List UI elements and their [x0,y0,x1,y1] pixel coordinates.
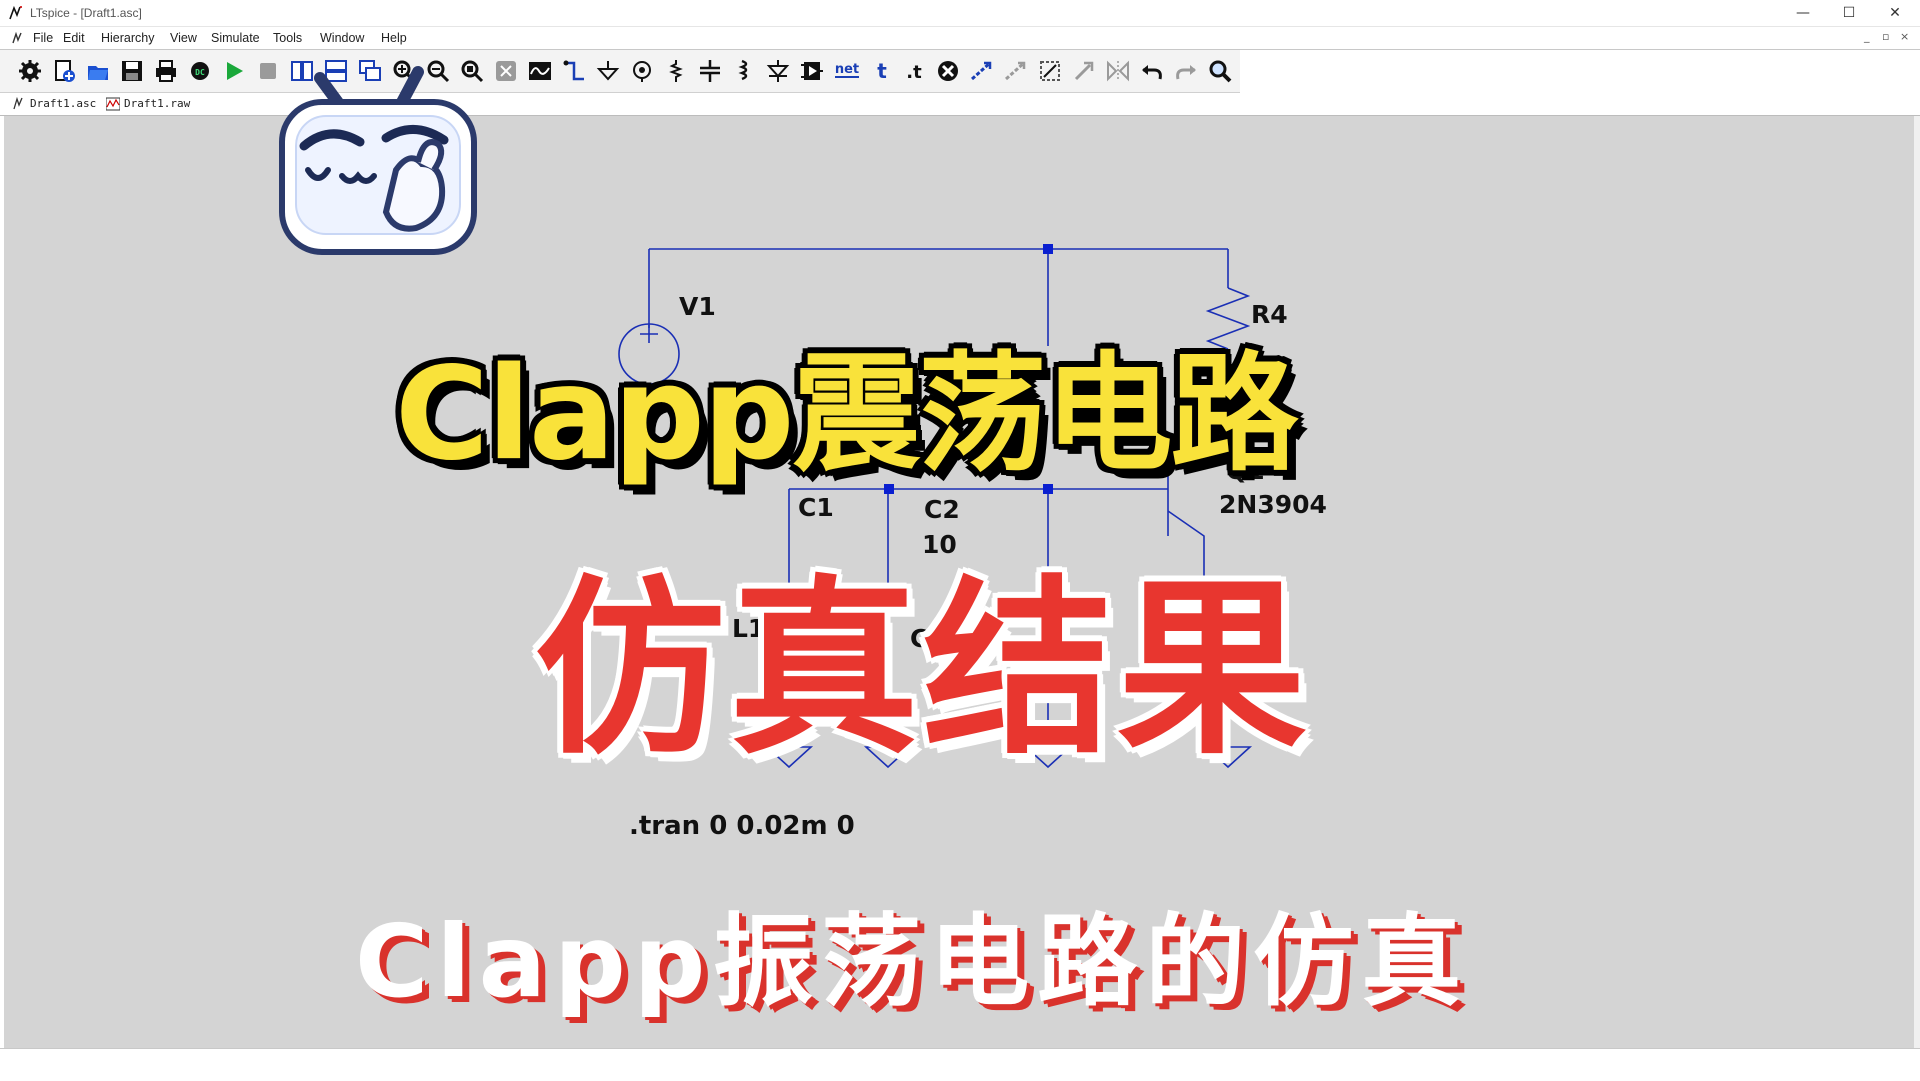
label-net-icon[interactable] [630,59,654,83]
headline-result: 仿真结果 [535,559,1312,780]
text-icon[interactable]: t [870,59,894,83]
menu-simulate[interactable]: Simulate [211,31,260,45]
component-icon[interactable] [800,59,824,83]
delete-icon[interactable] [936,59,960,83]
duplicate-icon[interactable] [970,59,994,83]
rotate-icon[interactable] [1072,59,1096,83]
menu-file[interactable]: File [33,31,53,45]
headline-title: Clapp震荡电路 [395,340,1298,489]
mdi-close-button[interactable]: × [1900,30,1909,43]
spice-directive[interactable]: .tran 0 0.02m 0 [629,811,855,841]
minimize-button[interactable]: — [1780,0,1826,26]
vertical-scrollbar[interactable] [1914,116,1920,1048]
tab-draft1-raw[interactable]: Draft1.raw [104,95,190,113]
tab-label: Draft1.asc [30,97,97,110]
control-panel-icon[interactable]: DC [188,59,212,83]
title-bar: LTspice - [Draft1.asc] — ☐ ✕ [0,0,1920,27]
window-title: LTspice - [Draft1.asc] [30,6,142,20]
menu-help[interactable]: Help [381,31,407,45]
menu-window[interactable]: Window [320,31,364,45]
waveform-icon[interactable] [528,59,552,83]
find-icon[interactable] [1208,59,1232,83]
capacitor-icon[interactable] [698,59,722,83]
zoom-area-icon[interactable] [494,59,518,83]
schematic-icon [13,97,23,110]
bilibili-tv-mascot-icon [279,66,477,255]
ltspice-app-icon [8,5,24,21]
menu-tools[interactable]: Tools [273,31,302,45]
waveform-icon [106,97,120,111]
tab-label: Draft1.raw [124,97,191,110]
junction-dot [1043,244,1053,254]
run-icon[interactable] [222,59,246,83]
mdi-restore-button[interactable]: ▫ [1882,30,1889,43]
spice-directive-icon[interactable]: .t [902,59,926,83]
open-icon[interactable] [86,59,110,83]
mdi-minimize-button[interactable]: _ [1864,30,1870,43]
net-name-icon[interactable]: net [832,59,862,83]
undo-icon[interactable] [1140,59,1164,83]
diode-icon[interactable] [766,59,790,83]
close-button[interactable]: ✕ [1872,0,1918,26]
tab-draft1-asc[interactable]: Draft1.asc [10,95,96,113]
print-icon[interactable] [154,59,178,83]
save-icon[interactable] [120,59,144,83]
subtitle-caption: Clapp振荡电路的仿真 [355,903,1470,1020]
settings-icon[interactable] [18,59,42,83]
redo-icon[interactable] [1174,59,1198,83]
net-label-text: net [835,62,859,77]
menu-bar: File Edit Hierarchy View Simulate Tools … [0,27,1920,50]
drag-icon[interactable] [1038,59,1062,83]
toolbar: DC net t .t [0,50,1240,93]
move-icon[interactable] [1004,59,1028,83]
menu-hierarchy[interactable]: Hierarchy [101,31,155,45]
ground-icon[interactable] [596,59,620,83]
wire-icon[interactable] [562,59,586,83]
inductor-icon[interactable] [732,59,756,83]
directive-glyph: .t [906,62,922,83]
svg-text:DC: DC [195,68,205,77]
resistor-icon[interactable] [664,59,688,83]
text-glyph: t [877,59,887,83]
document-icon[interactable] [10,31,24,45]
new-schematic-icon[interactable] [52,59,76,83]
mirror-icon[interactable] [1106,59,1130,83]
menu-view[interactable]: View [170,31,197,45]
menu-edit[interactable]: Edit [63,31,85,45]
status-bar [0,1048,1920,1081]
maximize-button[interactable]: ☐ [1826,0,1872,26]
